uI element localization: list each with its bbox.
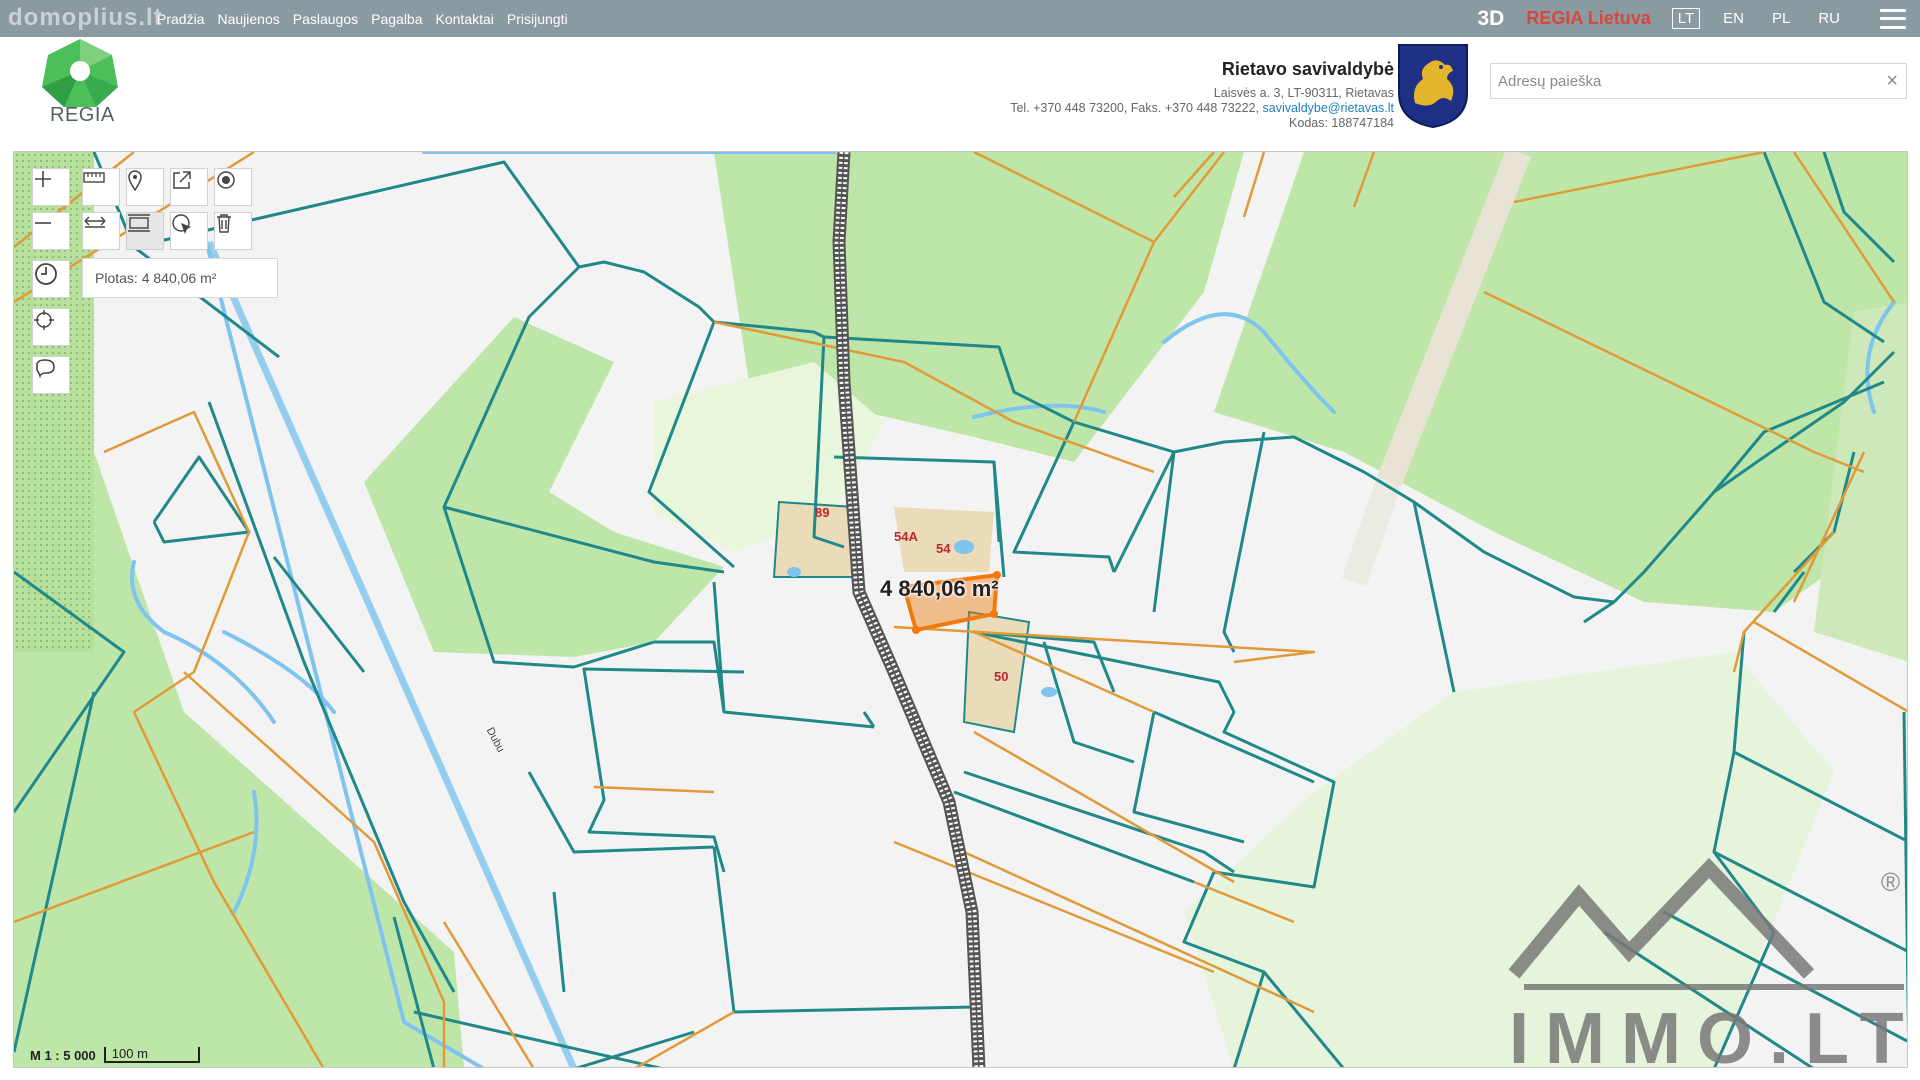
right-nav: 3D REGIA Lietuva LT EN PL RU	[1478, 0, 1906, 37]
measure-distance-button[interactable]	[82, 212, 120, 250]
share-button[interactable]	[170, 168, 208, 206]
parcel-number-89[interactable]: 89	[815, 505, 829, 520]
municipality-info: Rietavo savivaldybė Laisvės a. 3, LT-903…	[1010, 59, 1394, 131]
nav-link-paslaugos[interactable]: Paslaugos	[293, 11, 358, 27]
scale-bar: 100 m	[103, 1047, 200, 1063]
measure-area-button[interactable]	[126, 212, 164, 250]
nav-link-pradzia[interactable]: Pradžia	[157, 11, 204, 27]
address-search-input[interactable]	[1491, 64, 1851, 98]
nav-link-pagalba[interactable]: Pagalba	[371, 11, 422, 27]
header: REGIA Rietavo savivaldybė Laisvės a. 3, …	[0, 37, 1920, 149]
history-button[interactable]	[32, 260, 70, 298]
share-icon	[173, 171, 191, 189]
map-scale: M 1 : 5 000 100 m	[30, 1045, 200, 1065]
area-result-panel: Plotas: 4 840,06 m²	[82, 258, 278, 298]
marker-button[interactable]	[126, 168, 164, 206]
language-en[interactable]: EN	[1718, 9, 1749, 28]
zoom-out-button[interactable]	[32, 212, 70, 250]
regia-lietuva-link[interactable]: REGIA Lietuva	[1526, 8, 1650, 29]
cadastral-map[interactable]: 89 54A 54 50 Dubu 4 840,06 m² Plotas: 4 …	[13, 151, 1908, 1068]
zoom-out-icon	[35, 222, 51, 224]
parcel-number-54a[interactable]: 54A	[894, 529, 918, 544]
top-navigation-bar: domoplius.lt Pradžia Naujienos Paslaugos…	[0, 0, 1920, 37]
language-lt[interactable]: LT	[1671, 8, 1701, 29]
nav-link-prisijungti[interactable]: Prisijungti	[507, 11, 568, 27]
coat-of-arms-icon	[1398, 44, 1468, 129]
lasso-icon	[36, 359, 55, 379]
parcel-number-54[interactable]: 54	[936, 541, 950, 556]
select-cursor-button[interactable]	[170, 212, 208, 250]
ruler-button[interactable]	[82, 168, 120, 206]
select-cursor-icon	[172, 214, 191, 234]
nav-link-kontaktai[interactable]: Kontaktai	[436, 11, 494, 27]
measure-distance-icon	[84, 216, 106, 228]
main-nav: Pradžia Naujienos Paslaugos Pagalba Kont…	[157, 0, 581, 37]
measured-area-label: 4 840,06 m²	[880, 576, 999, 601]
point-icon	[217, 171, 235, 189]
trash-icon	[217, 214, 231, 233]
map-marker-icon	[128, 170, 142, 191]
zoom-in-button[interactable]	[32, 168, 70, 206]
search-clear-icon[interactable]: ×	[1886, 70, 1898, 93]
delete-button[interactable]	[214, 212, 252, 250]
hamburger-menu-icon[interactable]	[1880, 8, 1906, 29]
history-icon	[35, 263, 57, 285]
language-ru[interactable]: RU	[1813, 9, 1845, 28]
language-pl[interactable]: PL	[1767, 9, 1795, 28]
measure-area-icon	[128, 214, 150, 232]
scale-ratio: M 1 : 5 000	[30, 1047, 96, 1063]
immo-watermark-text: IMMO.LT	[1509, 999, 1908, 1068]
address-search: ×	[1490, 63, 1907, 99]
municipality-phone-fax: Tel. +370 448 73200, Faks. +370 448 7322…	[1010, 101, 1263, 115]
municipality-address: Laisvės a. 3, LT-90311, Rietavas	[1213, 86, 1394, 100]
3d-view-button[interactable]: 3D	[1478, 7, 1505, 31]
lasso-button[interactable]	[32, 356, 70, 394]
municipality-contacts: Tel. +370 448 73200, Faks. +370 448 7322…	[1010, 101, 1394, 116]
point-button[interactable]	[214, 168, 252, 206]
parcel-number-50[interactable]: 50	[994, 669, 1008, 684]
zoom-in-icon	[35, 171, 51, 187]
nav-link-naujienos[interactable]: Naujienos	[217, 11, 279, 27]
locate-button[interactable]	[32, 308, 70, 346]
municipality-name: Rietavo savivaldybė	[1221, 59, 1394, 79]
domoplius-watermark: domoplius.lt	[8, 4, 163, 31]
ruler-icon	[83, 172, 105, 183]
municipality-email-link[interactable]: savivaldybe@rietavas.lt	[1263, 101, 1395, 115]
regia-logo-text: REGIA	[50, 104, 115, 126]
map-canvas[interactable]	[14, 152, 1908, 1068]
crosshair-icon	[34, 310, 54, 330]
municipality-code: Kodas: 188747184	[1289, 116, 1394, 130]
registered-mark: ®	[1881, 867, 1901, 897]
